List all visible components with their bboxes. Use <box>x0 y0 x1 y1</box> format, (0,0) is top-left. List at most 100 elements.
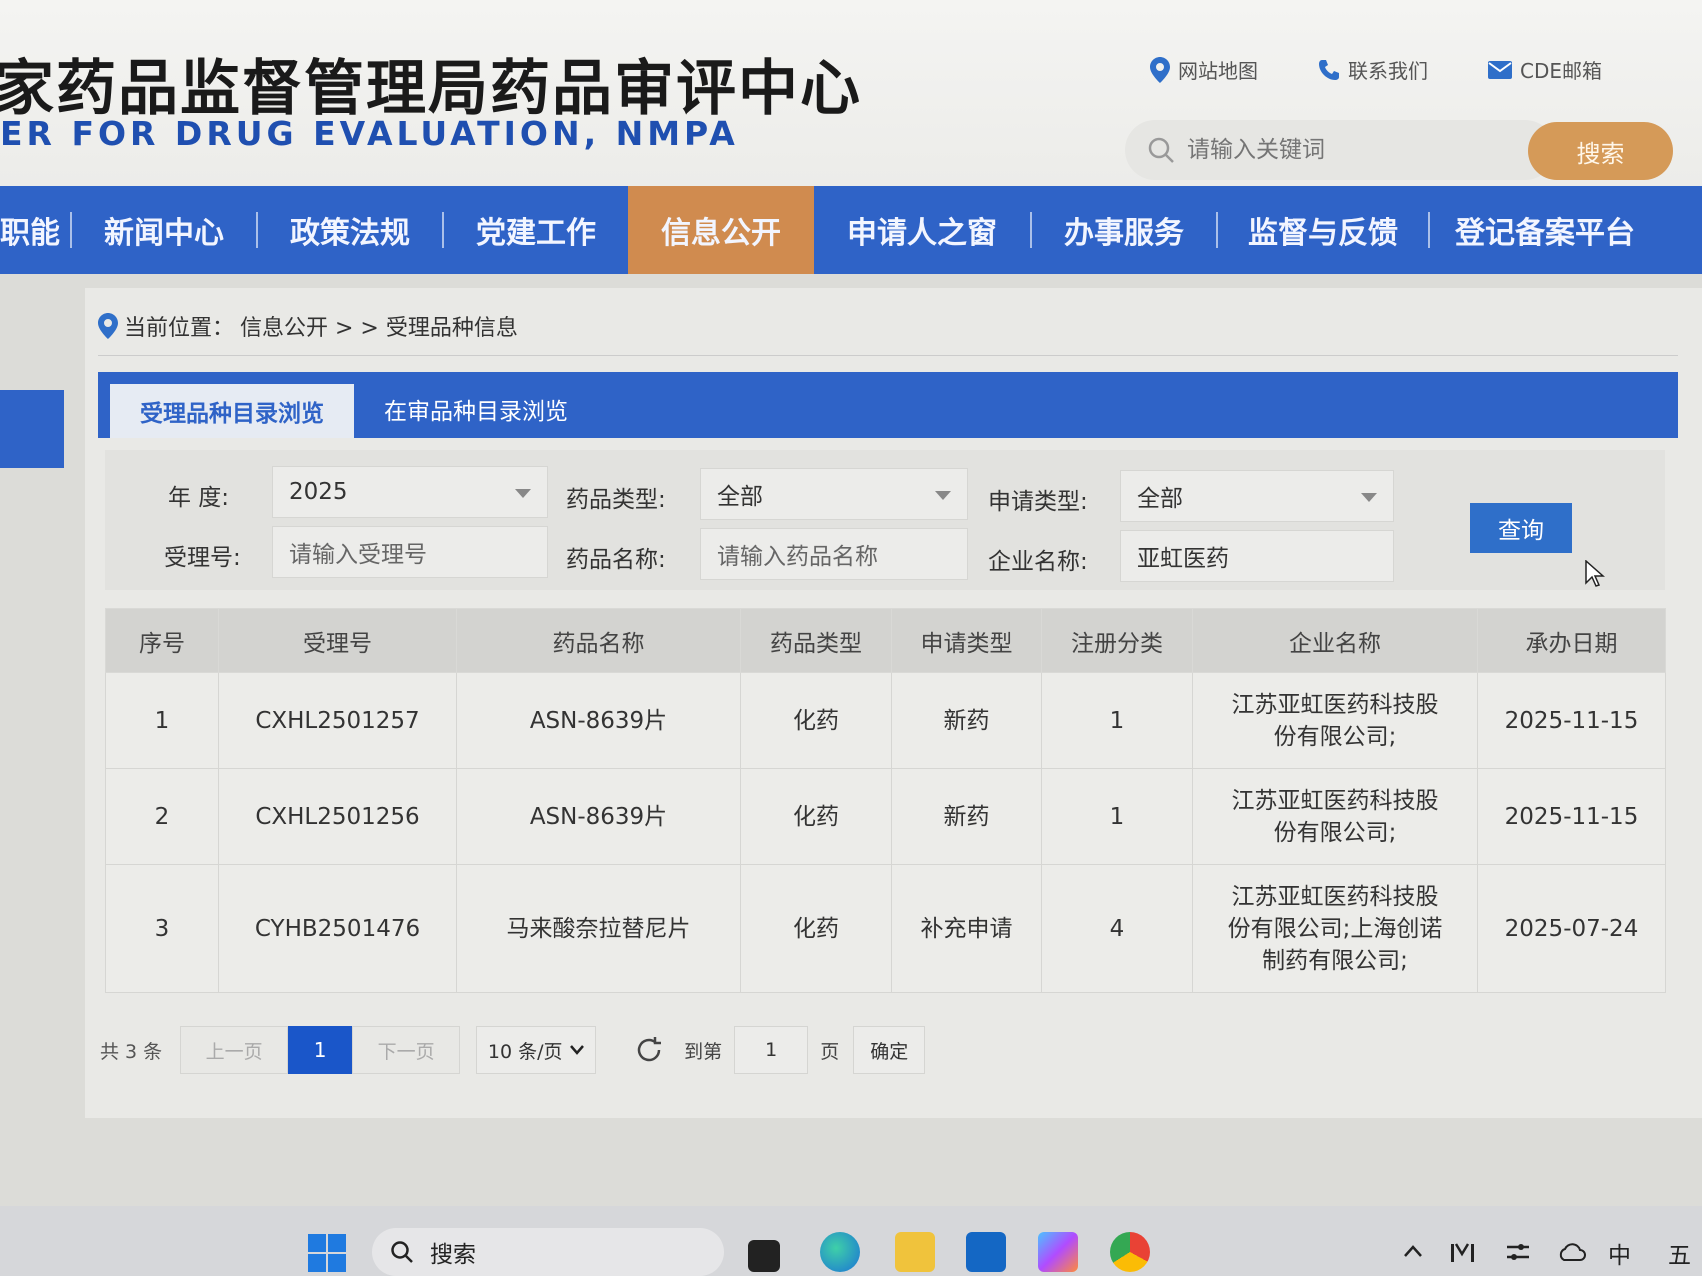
tab-bar: 受理品种目录浏览 在审品种目录浏览 <box>98 372 1678 438</box>
table-row[interactable]: 1 CXHL2501257 ASN-8639片 化药 新药 1 江苏亚虹医药科技… <box>105 672 1666 769</box>
search-icon <box>1148 137 1174 163</box>
chevron-down-icon <box>935 491 951 500</box>
company-input[interactable]: 亚虹医药 <box>1120 530 1394 582</box>
cell-apply-type: 新药 <box>891 672 1042 769</box>
company-label: 企业名称: <box>988 549 1088 575</box>
year-select[interactable]: 2025 <box>272 466 548 518</box>
drug-name-label: 药品名称: <box>566 547 666 573</box>
nav-item-info-public[interactable]: 信息公开 <box>628 186 814 274</box>
file-explorer-icon[interactable] <box>895 1232 935 1272</box>
settings-toggle-icon[interactable] <box>1505 1240 1531 1264</box>
cell-index: 1 <box>105 672 219 769</box>
table-row[interactable]: 3 CYHB2501476 马来酸奈拉替尼片 化药 补充申请 4 江苏亚虹医药科… <box>105 864 1666 993</box>
nav-item-services[interactable]: 办事服务 <box>1032 186 1216 274</box>
page-1-button[interactable]: 1 <box>288 1026 353 1074</box>
col-header-index: 序号 <box>105 608 219 673</box>
tab-in-review-catalog[interactable]: 在审品种目录浏览 <box>354 380 598 438</box>
col-header-reg-class: 注册分类 <box>1041 608 1193 673</box>
drug-name-input[interactable]: 请输入药品名称 <box>700 528 968 580</box>
chevron-down-icon <box>570 1045 585 1055</box>
cell-company: 江苏亚虹医药科技股份有限公司;上海创诺制药有限公司; <box>1192 864 1478 993</box>
goto-page-input[interactable] <box>734 1026 809 1074</box>
windows-start-icon[interactable] <box>308 1234 346 1272</box>
table-row[interactable]: 2 CXHL2501256 ASN-8639片 化药 新药 1 江苏亚虹医药科技… <box>105 768 1666 865</box>
breadcrumb-divider <box>98 355 1678 356</box>
col-header-date: 承办日期 <box>1477 608 1666 673</box>
site-subtitle: ER FOR DRUG EVALUATION, NMPA <box>0 114 739 153</box>
year-value: 2025 <box>289 479 348 505</box>
goto-confirm-button[interactable]: 确定 <box>853 1026 926 1074</box>
cloud-icon[interactable] <box>1556 1242 1586 1262</box>
goto-label: 到第 <box>684 1040 723 1063</box>
cell-index: 3 <box>105 864 219 993</box>
cell-date: 2025-11-15 <box>1477 672 1666 769</box>
col-header-accept-no: 受理号 <box>218 608 457 673</box>
sitemap-label: 网站地图 <box>1178 59 1258 83</box>
nav-item-news[interactable]: 新闻中心 <box>72 186 256 274</box>
col-header-drug-name: 药品名称 <box>456 608 741 673</box>
nav-item-supervision[interactable]: 监督与反馈 <box>1218 186 1428 274</box>
cell-drug-type: 化药 <box>740 672 892 769</box>
site-search-box <box>1125 120 1555 180</box>
cell-index: 2 <box>105 768 219 865</box>
cell-reg-class: 1 <box>1041 768 1193 865</box>
drug-type-label: 药品类型: <box>566 487 666 513</box>
site-search-input[interactable] <box>1187 137 1507 163</box>
m365-icon[interactable] <box>1038 1232 1078 1272</box>
accept-no-label: 受理号: <box>164 545 241 571</box>
sitemap-link[interactable]: 网站地图 <box>1150 55 1258 84</box>
edge-browser-icon[interactable] <box>820 1232 860 1272</box>
nav-item-party[interactable]: 党建工作 <box>444 186 628 274</box>
accept-no-input[interactable]: 请输入受理号 <box>272 526 548 578</box>
cde-mail-link[interactable]: CDE邮箱 <box>1488 55 1602 84</box>
cell-accept-no: CYHB2501476 <box>218 864 457 993</box>
drug-type-value: 全部 <box>717 484 763 510</box>
task-view-icon[interactable] <box>748 1240 780 1272</box>
next-page-button[interactable]: 下一页 <box>352 1026 461 1074</box>
site-search-button[interactable]: 搜索 <box>1528 122 1673 180</box>
cell-accept-no: CXHL2501257 <box>218 672 457 769</box>
refresh-icon[interactable] <box>634 1035 664 1065</box>
nav-item-policy[interactable]: 政策法规 <box>258 186 442 274</box>
drug-type-select[interactable]: 全部 <box>700 468 968 520</box>
nav-item-functions[interactable]: 职能 <box>0 186 70 274</box>
page-size-select[interactable]: 10 条/页 <box>476 1026 597 1074</box>
apply-type-select[interactable]: 全部 <box>1120 470 1394 522</box>
signal-icon[interactable] <box>1450 1240 1476 1264</box>
search-icon <box>391 1241 413 1263</box>
site-header: 家药品监督管理局药品审评中心 ER FOR DRUG EVALUATION, N… <box>0 0 1702 188</box>
ime-chinese-indicator[interactable]: 中 <box>1608 1236 1631 1270</box>
cell-date: 2025-07-24 <box>1477 864 1666 993</box>
tab-accepted-catalog[interactable]: 受理品种目录浏览 <box>110 380 354 438</box>
chevron-down-icon <box>515 489 531 498</box>
nav-item-registration[interactable]: 登记备案平台 <box>1430 186 1660 274</box>
taskbar-search[interactable]: 搜索 <box>372 1228 724 1276</box>
total-count: 共 3 条 <box>100 1040 163 1063</box>
phone-icon <box>1319 59 1339 80</box>
cell-drug-name: ASN-8639片 <box>456 768 741 865</box>
cell-drug-type: 化药 <box>740 864 892 993</box>
cde-mail-label: CDE邮箱 <box>1520 59 1603 83</box>
pagination: 共 3 条 上一页 1 下一页 10 条/页 到第 页 确定 <box>100 1026 926 1074</box>
col-header-company: 企业名称 <box>1192 608 1478 673</box>
ime-wubi-indicator[interactable]: 五 <box>1668 1236 1691 1270</box>
breadcrumb: 当前位置： 信息公开 > > 受理品种信息 <box>98 310 518 342</box>
query-button[interactable]: 查询 <box>1470 503 1572 553</box>
sidebar-stub <box>0 390 64 468</box>
apply-type-label: 申请类型: <box>988 489 1088 515</box>
prev-page-button[interactable]: 上一页 <box>180 1026 289 1074</box>
cell-company: 江苏亚虹医药科技股份有限公司; <box>1192 768 1478 865</box>
chevron-up-icon[interactable] <box>1403 1244 1423 1258</box>
nav-item-applicant[interactable]: 申请人之窗 <box>814 186 1030 274</box>
cell-date: 2025-11-15 <box>1477 768 1666 865</box>
col-header-drug-type: 药品类型 <box>740 608 892 673</box>
location-pin-icon <box>1150 56 1170 83</box>
contact-link[interactable]: 联系我们 <box>1318 55 1428 84</box>
breadcrumb-prefix: 当前位置： <box>124 316 235 341</box>
breadcrumb-path[interactable]: 信息公开 > > 受理品种信息 <box>240 310 518 342</box>
location-pin-icon <box>98 313 118 339</box>
chrome-icon[interactable] <box>1110 1232 1150 1272</box>
outlook-icon[interactable] <box>966 1232 1006 1272</box>
table-header-row: 序号 受理号 药品名称 药品类型 申请类型 注册分类 企业名称 承办日期 <box>105 608 1666 673</box>
main-nav: 职能 新闻中心 政策法规 党建工作 信息公开 申请人之窗 办事服务 监督与反馈 … <box>0 186 1702 274</box>
